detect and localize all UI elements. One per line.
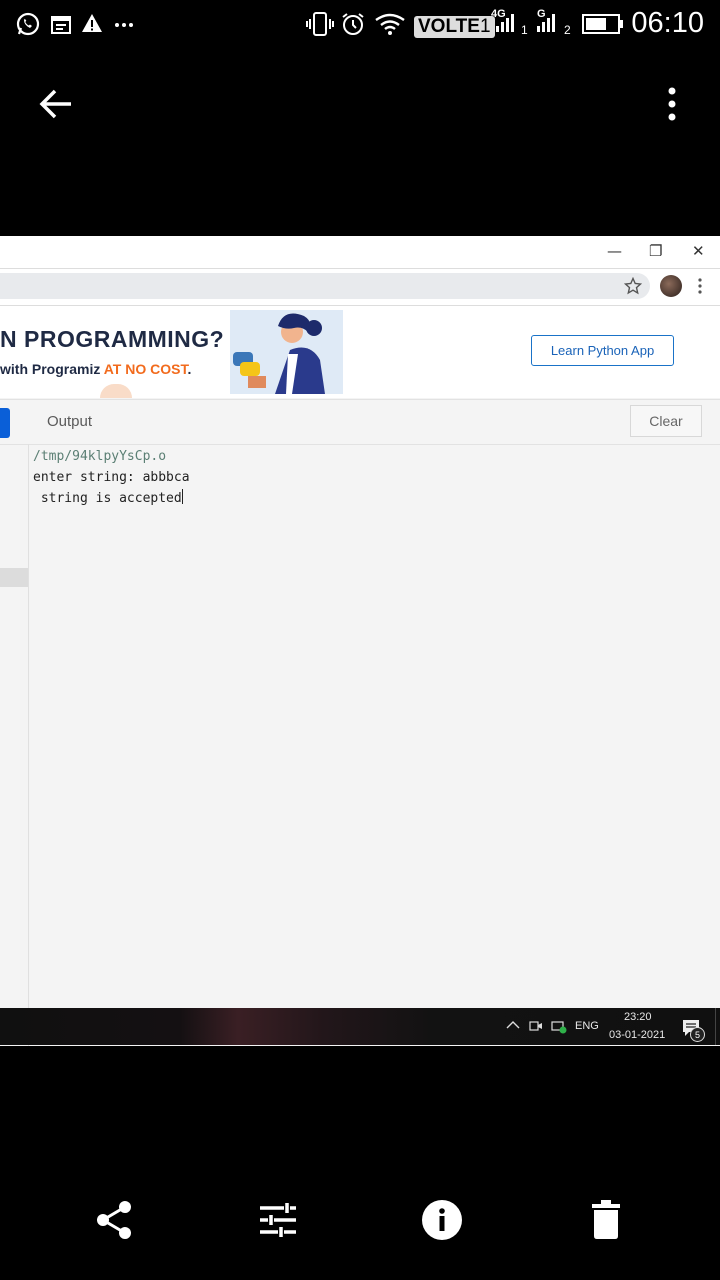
girl-with-python-logo-illustration [233, 313, 325, 394]
pane-divider[interactable] [28, 444, 29, 1046]
whatsapp-icon [16, 12, 40, 36]
sim1-label: 1 [521, 23, 528, 37]
battery-icon [582, 14, 623, 34]
output-result-line: string is accepted [33, 488, 190, 509]
banner-subtitle-prefix: with Programiz [0, 361, 104, 377]
banner-subtitle-suffix: . [187, 361, 192, 377]
clock: 06:10 [631, 7, 704, 39]
profile-avatar[interactable] [660, 275, 682, 297]
output-label: Output [47, 413, 93, 430]
share-button[interactable] [84, 1190, 144, 1250]
run-button[interactable] [0, 408, 10, 438]
banner-illustration [230, 310, 343, 394]
sim2-label: 2 [564, 23, 571, 37]
back-arrow-icon[interactable] [38, 86, 74, 122]
wifi-icon [375, 13, 405, 35]
volte-sim-label: 1 [479, 16, 491, 37]
taskbar-date[interactable]: 03-01-2021 [609, 1029, 665, 1041]
restore-button[interactable]: ❐ [649, 242, 662, 260]
vibrate-icon [306, 12, 334, 36]
output-path-line: /tmp/94klpyYsCp.o [33, 449, 167, 464]
network-status-icon[interactable] [551, 1020, 567, 1034]
close-button[interactable]: ✕ [692, 242, 705, 260]
status-bar: VOLTE1 4G 1 G 2 06:10 [0, 0, 720, 50]
banner-title: N PROGRAMMING? [0, 326, 225, 352]
edit-adjust-icon [260, 1203, 296, 1237]
taskbar-time[interactable]: 23:20 [624, 1011, 652, 1023]
share-icon [97, 1201, 131, 1239]
chevron-up-icon[interactable] [506, 1020, 520, 1030]
signal-icon [496, 14, 514, 32]
decorative-shape [100, 384, 132, 398]
signal-icon [537, 14, 555, 32]
delete-icon [592, 1200, 620, 1239]
bookmark-star-icon[interactable] [624, 277, 642, 295]
alarm-icon [342, 13, 364, 35]
browser-address-bar [0, 269, 720, 306]
minimize-button[interactable]: — [607, 242, 622, 260]
banner-subtitle: with Programiz AT NO COST. [0, 361, 191, 377]
clear-button[interactable]: Clear [630, 405, 702, 437]
screenshot-image: — ❐ ✕ N PROGRAMMING? with Programiz AT N… [0, 236, 720, 1046]
browser-menu-icon[interactable] [696, 277, 704, 295]
calendar-icon [51, 16, 71, 34]
output-header: Output Clear [0, 399, 720, 445]
output-console[interactable]: /tmp/94klpyYsCp.o enter string: abbbca st… [33, 446, 190, 509]
url-field[interactable] [0, 273, 650, 299]
photo-viewer-toolbar [0, 1190, 720, 1260]
output-result-text: string is accepted [33, 491, 182, 506]
overflow-menu-icon[interactable] [660, 86, 684, 122]
learn-python-app-button[interactable]: Learn Python App [531, 335, 674, 366]
language-indicator[interactable]: ENG [575, 1020, 599, 1032]
edit-button[interactable] [248, 1190, 308, 1250]
output-prompt-line: enter string: abbbca [33, 470, 190, 485]
promo-banner: N PROGRAMMING? with Programiz AT NO COST… [0, 306, 720, 398]
warning-icon [82, 14, 102, 32]
banner-subtitle-accent: AT NO COST [103, 361, 188, 377]
editor-highlight-line [0, 568, 28, 587]
more-notifications-icon [115, 23, 133, 27]
notification-count-badge: 5 [690, 1027, 705, 1042]
show-desktop-divider[interactable] [715, 1008, 716, 1045]
browser-title-bar: — ❐ ✕ [0, 236, 720, 269]
meet-now-icon[interactable] [529, 1019, 543, 1033]
volte-indicator: VOLTE1 [414, 16, 495, 38]
app-bar [0, 60, 720, 150]
text-cursor [181, 489, 183, 504]
info-button[interactable] [412, 1190, 472, 1250]
delete-button[interactable] [576, 1190, 636, 1250]
windows-taskbar: ENG 23:20 03-01-2021 5 [0, 1008, 720, 1045]
info-icon [422, 1200, 462, 1240]
